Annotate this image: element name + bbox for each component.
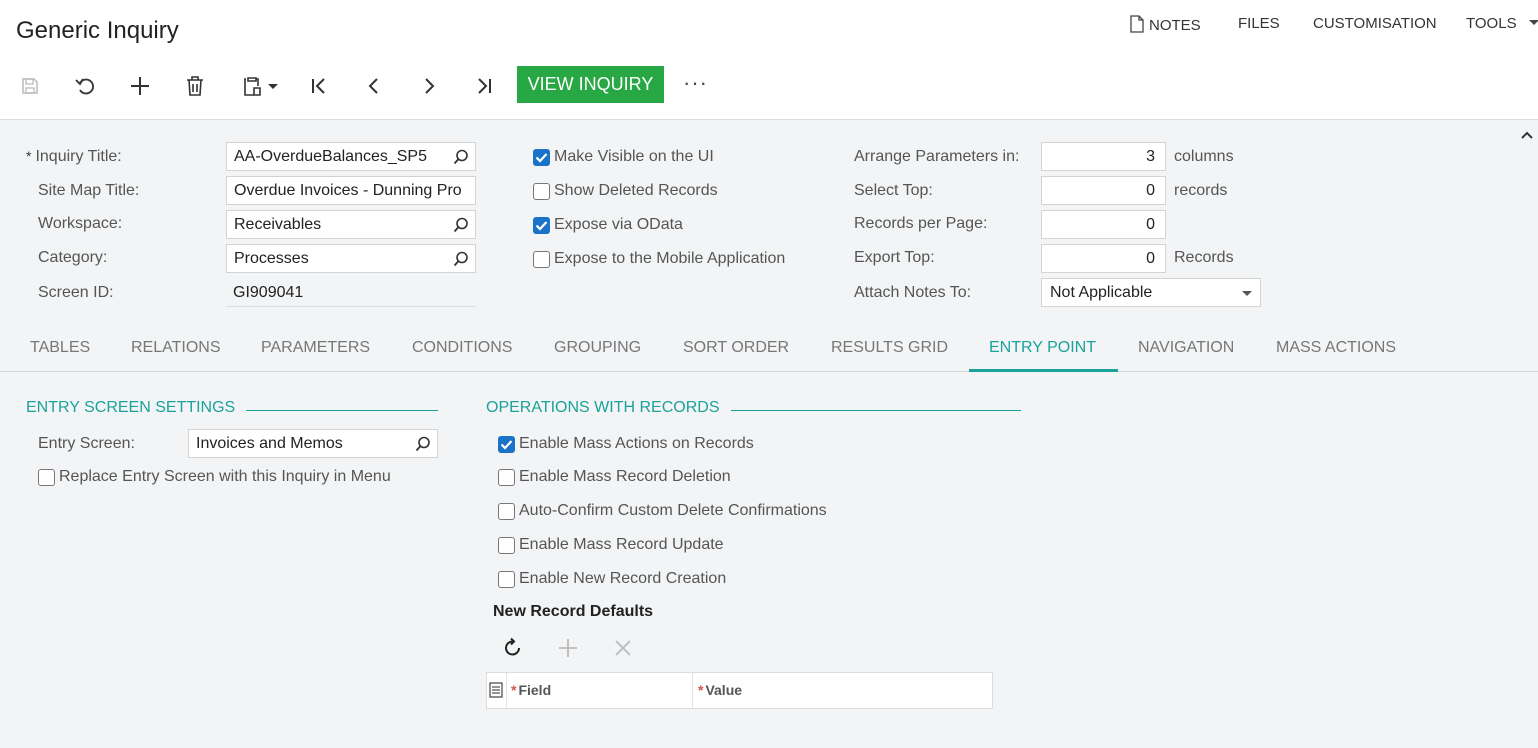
tools-label: TOOLS bbox=[1466, 15, 1517, 32]
columns-unit: columns bbox=[1174, 148, 1234, 165]
show-deleted-checkbox[interactable]: Show Deleted Records bbox=[533, 182, 718, 200]
expose-mobile-checkbox[interactable]: Expose to the Mobile Application bbox=[533, 250, 785, 268]
tab-mass-actions[interactable]: MASS ACTIONS bbox=[1276, 339, 1396, 357]
refresh-icon[interactable] bbox=[502, 637, 524, 664]
arrange-parameters-label: Arrange Parameters in: bbox=[854, 148, 1020, 165]
search-icon[interactable] bbox=[447, 211, 475, 238]
checkbox-unchecked-icon bbox=[38, 468, 55, 486]
search-icon[interactable] bbox=[409, 430, 437, 457]
tab-entry-point[interactable]: ENTRY POINT bbox=[989, 339, 1096, 357]
operations-with-records-heading: OPERATIONS WITH RECORDS bbox=[486, 399, 720, 416]
column-header-field[interactable]: * Field bbox=[507, 673, 693, 708]
records-per-page-label: Records per Page: bbox=[854, 215, 988, 232]
category-input[interactable]: Processes bbox=[226, 244, 476, 273]
select-top-input[interactable]: 0 bbox=[1041, 176, 1166, 205]
customisation-link[interactable]: CUSTOMISATION bbox=[1313, 15, 1437, 32]
tab-parameters[interactable]: PARAMETERS bbox=[261, 339, 370, 357]
column-header-value[interactable]: * Value bbox=[694, 673, 992, 708]
caret-down-icon bbox=[1528, 20, 1538, 25]
document-icon bbox=[1130, 15, 1144, 33]
checkbox-unchecked-icon bbox=[498, 536, 515, 554]
checkbox-checked-icon bbox=[533, 216, 550, 234]
replace-entry-screen-checkbox[interactable]: Replace Entry Screen with this Inquiry i… bbox=[38, 468, 391, 486]
enable-mass-deletion-checkbox[interactable]: Enable Mass Record Deletion bbox=[498, 468, 731, 486]
site-map-title-label: Site Map Title: bbox=[38, 182, 140, 199]
auto-confirm-delete-checkbox[interactable]: Auto-Confirm Custom Delete Confirmations bbox=[498, 502, 827, 520]
delete-icon[interactable] bbox=[183, 74, 207, 98]
collapse-icon[interactable] bbox=[1520, 127, 1534, 145]
enable-mass-actions-checkbox[interactable]: Enable Mass Actions on Records bbox=[498, 435, 754, 453]
tab-navigation[interactable]: NAVIGATION bbox=[1138, 339, 1234, 357]
previous-record-icon[interactable] bbox=[362, 74, 386, 98]
entry-screen-settings-heading: ENTRY SCREEN SETTINGS bbox=[26, 399, 236, 416]
attach-notes-select[interactable]: Not Applicable bbox=[1041, 278, 1261, 307]
notes-link[interactable]: NOTES bbox=[1129, 15, 1201, 34]
select-top-label: Select Top: bbox=[854, 182, 933, 199]
row-selector-icon[interactable] bbox=[487, 673, 507, 708]
section-divider bbox=[731, 410, 1021, 411]
export-top-label: Export Top: bbox=[854, 249, 935, 266]
records-unit: records bbox=[1174, 182, 1228, 199]
entry-screen-label: Entry Screen: bbox=[38, 435, 135, 452]
tab-tables[interactable]: TABLES bbox=[30, 339, 90, 357]
export-records-unit: Records bbox=[1174, 249, 1234, 266]
checkbox-unchecked-icon bbox=[533, 182, 550, 200]
view-inquiry-button[interactable]: VIEW INQUIRY bbox=[517, 66, 664, 103]
tab-sort-order[interactable]: SORT ORDER bbox=[683, 339, 789, 357]
delete-row-icon[interactable] bbox=[612, 637, 634, 664]
next-record-icon[interactable] bbox=[417, 74, 441, 98]
screen-id-label: Screen ID: bbox=[38, 284, 114, 301]
required-mark: * bbox=[26, 148, 32, 164]
clipboard-icon[interactable] bbox=[238, 74, 282, 98]
tab-results-grid[interactable]: RESULTS GRID bbox=[831, 339, 948, 357]
page-title: Generic Inquiry bbox=[16, 17, 179, 44]
active-tab-indicator bbox=[969, 369, 1118, 372]
make-visible-checkbox[interactable]: Make Visible on the UI bbox=[533, 148, 714, 166]
screen-id-value: GI909041 bbox=[226, 279, 476, 307]
workspace-label: Workspace: bbox=[38, 215, 123, 232]
tools-menu[interactable]: TOOLS bbox=[1466, 15, 1538, 32]
enable-mass-update-checkbox[interactable]: Enable Mass Record Update bbox=[498, 536, 724, 554]
add-row-icon[interactable] bbox=[557, 637, 579, 664]
checkbox-checked-icon bbox=[498, 435, 515, 453]
tab-conditions[interactable]: CONDITIONS bbox=[412, 339, 512, 357]
workspace-input[interactable]: Receivables bbox=[226, 210, 476, 239]
search-icon[interactable] bbox=[447, 245, 475, 272]
save-icon[interactable] bbox=[18, 74, 42, 98]
expose-odata-checkbox[interactable]: Expose via OData bbox=[533, 216, 683, 234]
section-divider bbox=[246, 410, 438, 411]
entry-screen-input[interactable]: Invoices and Memos bbox=[188, 429, 438, 458]
site-map-title-input[interactable]: Overdue Invoices - Dunning Pro bbox=[226, 176, 476, 205]
files-link[interactable]: FILES bbox=[1238, 15, 1280, 32]
more-actions-icon[interactable]: ··· bbox=[683, 70, 708, 96]
undo-icon[interactable] bbox=[73, 74, 97, 98]
checkbox-unchecked-icon bbox=[533, 250, 550, 268]
category-label: Category: bbox=[38, 249, 108, 266]
notes-label: NOTES bbox=[1149, 17, 1201, 34]
tab-grouping[interactable]: GROUPING bbox=[554, 339, 641, 357]
new-record-defaults-heading: New Record Defaults bbox=[493, 603, 654, 620]
new-record-defaults-grid: * Field * Value bbox=[486, 672, 993, 709]
clipboard-caret-icon bbox=[268, 83, 278, 89]
first-record-icon[interactable] bbox=[307, 74, 331, 98]
chevron-down-icon bbox=[1242, 291, 1252, 296]
checkbox-unchecked-icon bbox=[498, 570, 515, 588]
search-icon[interactable] bbox=[447, 143, 475, 170]
inquiry-title-input[interactable]: AA-OverdueBalances_SP5 bbox=[226, 142, 476, 171]
export-top-input[interactable]: 0 bbox=[1041, 244, 1166, 273]
inquiry-title-label: * Inquiry Title: bbox=[26, 148, 122, 165]
checkbox-unchecked-icon bbox=[498, 468, 515, 486]
tab-bar: TABLES RELATIONS PARAMETERS CONDITIONS G… bbox=[0, 325, 1538, 372]
checkbox-unchecked-icon bbox=[498, 502, 515, 520]
arrange-parameters-input[interactable]: 3 bbox=[1041, 142, 1166, 171]
attach-notes-label: Attach Notes To: bbox=[854, 284, 972, 301]
records-per-page-input[interactable]: 0 bbox=[1041, 210, 1166, 239]
checkbox-checked-icon bbox=[533, 148, 550, 166]
last-record-icon[interactable] bbox=[472, 74, 496, 98]
add-icon[interactable] bbox=[128, 74, 152, 98]
enable-new-record-checkbox[interactable]: Enable New Record Creation bbox=[498, 570, 726, 588]
tab-relations[interactable]: RELATIONS bbox=[131, 339, 221, 357]
